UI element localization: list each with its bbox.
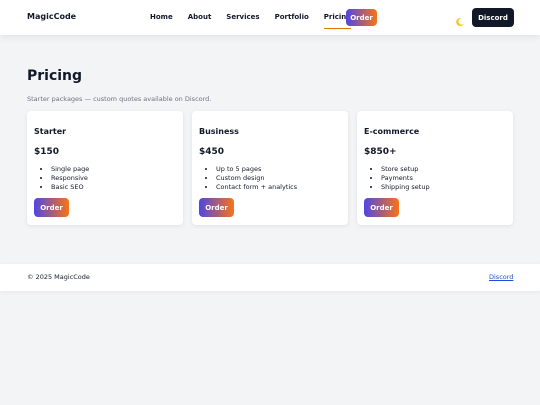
feature-item: Responsive — [51, 174, 89, 183]
page-title: Pricing — [27, 68, 83, 84]
pricing-card-ecommerce: E-commerce $850+ Store setup Payments Sh… — [357, 111, 513, 225]
nav-order-button[interactable]: Order — [346, 9, 377, 26]
order-button[interactable]: Order — [364, 198, 399, 217]
feature-item: Shipping setup — [381, 183, 430, 192]
moon-icon[interactable] — [455, 12, 465, 26]
pricing-card-starter: Starter $150 Single page Responsive Basi… — [27, 111, 183, 225]
plan-price: $450 — [199, 147, 225, 157]
feature-item: Payments — [381, 174, 430, 183]
feature-item: Store setup — [381, 165, 430, 174]
page-subtitle: Starter packages — custom quotes availab… — [27, 95, 212, 103]
order-button[interactable]: Order — [34, 198, 69, 217]
feature-item: Contact form + analytics — [216, 183, 297, 192]
plan-name: E-commerce — [364, 127, 420, 136]
feature-item: Up to 5 pages — [216, 165, 297, 174]
plan-price: $850+ — [364, 147, 397, 157]
feature-list: Single page Responsive Basic SEO — [51, 165, 89, 192]
feature-list: Store setup Payments Shipping setup — [381, 165, 430, 192]
site-logo[interactable]: MagicCode — [27, 12, 76, 21]
plan-price: $150 — [34, 147, 60, 157]
pricing-card-business: Business $450 Up to 5 pages Custom desig… — [192, 111, 348, 225]
copyright-text: © 2025 MagicCode — [27, 273, 90, 281]
footer-discord-link[interactable]: Discord — [489, 273, 513, 281]
site-footer: © 2025 MagicCode Discord — [0, 264, 540, 291]
site-header: MagicCode Home About Services Portfolio … — [0, 0, 540, 35]
main-nav: Home About Services Portfolio Pricing — [150, 0, 366, 35]
discord-button[interactable]: Discord — [472, 8, 514, 27]
plan-name: Starter — [34, 127, 67, 136]
feature-item: Single page — [51, 165, 89, 174]
feature-item: Custom design — [216, 174, 297, 183]
feature-item: Basic SEO — [51, 183, 89, 192]
plan-name: Business — [199, 127, 239, 136]
nav-services[interactable]: Services — [226, 0, 259, 35]
nav-home[interactable]: Home — [150, 0, 173, 35]
nav-portfolio[interactable]: Portfolio — [275, 0, 309, 35]
order-button[interactable]: Order — [199, 198, 234, 217]
feature-list: Up to 5 pages Custom design Contact form… — [216, 165, 297, 192]
nav-about[interactable]: About — [188, 0, 212, 35]
